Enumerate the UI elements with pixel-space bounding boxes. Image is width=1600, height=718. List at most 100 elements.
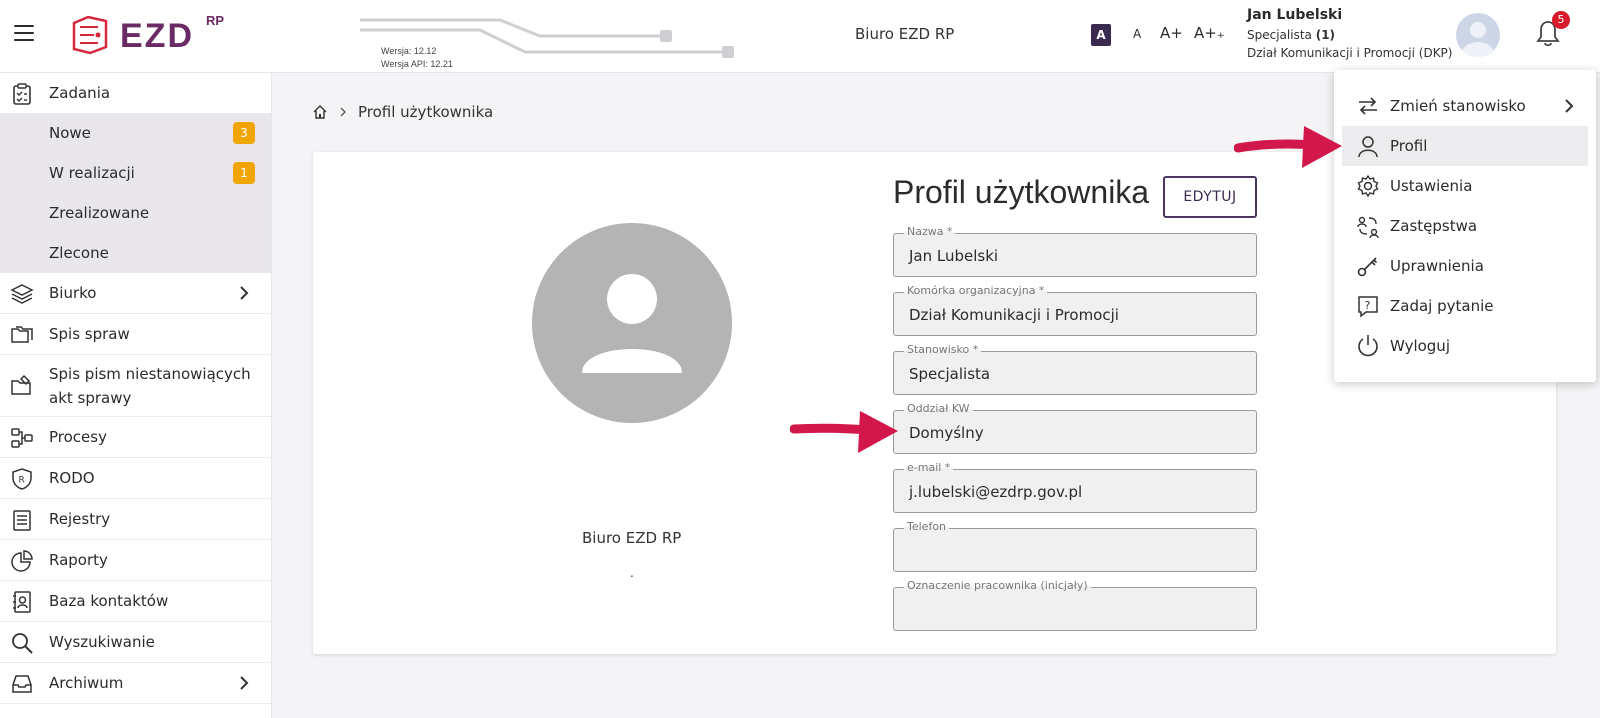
api-version: Wersja API: 12.21 (381, 59, 453, 69)
initials-field[interactable]: Oznaczenie pracownika (inicjały) (893, 579, 1257, 631)
field-label: Stanowisko * (904, 343, 982, 356)
key-icon (1357, 257, 1378, 277)
office-title: Biuro EZD RP (855, 25, 955, 43)
field-value: Jan Lubelski (909, 247, 999, 265)
chevron-right-icon (240, 286, 249, 300)
folder-edit-icon (11, 374, 31, 395)
branch-field[interactable]: Oddział KW Domyślny (893, 402, 1257, 454)
question-icon: ? (1358, 296, 1378, 318)
sidebar-subitem-label: Zlecone (49, 244, 109, 262)
sidebar-item-label: Rejestry (49, 510, 111, 528)
svg-text:?: ? (1365, 299, 1371, 312)
annotation-arrow-icon (1234, 126, 1342, 168)
user-position: Specjalista (1) (1247, 28, 1452, 42)
count-badge: 3 (233, 122, 255, 144)
menu-item-settings[interactable]: Ustawienia (1334, 166, 1596, 206)
profile-office-name: Biuro EZD RP (582, 529, 682, 547)
sidebar-item-label-line2: akt sprawy (49, 389, 132, 407)
menu-item-logout[interactable]: Wyloguj (1334, 326, 1596, 366)
menu-item-ask-question[interactable]: ? Zadaj pytanie (1334, 286, 1596, 326)
org-unit-field[interactable]: Komórka organizacyjna * Dział Komunikacj… (893, 284, 1257, 336)
sidebar-item-label: Wyszukiwanie (49, 633, 155, 651)
sidebar-item-label: Archiwum (49, 674, 124, 692)
sidebar-item-raporty[interactable]: Raporty (0, 540, 271, 581)
avatar-icon (1462, 22, 1494, 57)
menu-item-label: Zadaj pytanie (1390, 297, 1494, 315)
user-position-label: Specjalista (1247, 28, 1316, 42)
register-icon (13, 510, 31, 531)
logo-text: EZD (120, 17, 194, 55)
edit-button[interactable]: EDYTUJ (1163, 176, 1257, 218)
tasks-submenu: Nowe 3 W realizacji 1 Zrealizowane Zleco… (0, 113, 271, 273)
user-avatar[interactable] (1456, 13, 1500, 57)
menu-item-label: Zmień stanowisko (1390, 97, 1526, 115)
menu-item-permissions[interactable]: Uprawnienia (1334, 246, 1596, 286)
sidebar-item-label: Spis spraw (49, 325, 130, 343)
phone-field[interactable]: Telefon (893, 520, 1257, 572)
field-label: Oznaczenie pracownika (inicjały) (904, 579, 1091, 592)
font-size-small-button[interactable]: A (1133, 27, 1141, 41)
hamburger-menu-icon[interactable] (14, 25, 34, 41)
svg-text:R: R (19, 476, 25, 486)
field-value: Domyślny (909, 424, 984, 442)
user-info[interactable]: Jan Lubelski Specjalista (1) Dział Komun… (1247, 7, 1452, 60)
sidebar-item-spis-pism[interactable]: Spis pism niestanowiących akt sprawy (0, 355, 271, 417)
menu-item-label: Wyloguj (1390, 337, 1450, 355)
menu-item-substitutions[interactable]: Zastępstwa (1334, 206, 1596, 246)
layers-icon (10, 284, 34, 304)
user-position-count: (1) (1315, 28, 1336, 42)
sidebar-item-spis-spraw[interactable]: Spis spraw (0, 314, 271, 355)
logo-superscript: RP (206, 13, 225, 28)
count-badge: 1 (233, 162, 255, 184)
sidebar-item-label: RODO (49, 469, 95, 487)
font-size-xlarge-button[interactable]: A+₊ (1194, 24, 1225, 42)
breadcrumb: Profil użytkownika (312, 103, 493, 121)
sidebar-subitem-zlecone[interactable]: Zlecone (0, 233, 271, 273)
user-icon (1358, 136, 1378, 158)
sidebar-subitem-zrealizowane[interactable]: Zrealizowane (0, 193, 271, 233)
sidebar-item-baza-kontaktow[interactable]: Baza kontaktów (0, 581, 271, 622)
field-label: Oddział KW (904, 402, 973, 415)
field-label: Telefon (904, 520, 950, 533)
home-icon[interactable] (312, 104, 328, 120)
process-icon (11, 428, 33, 448)
font-size-large-button[interactable]: A+ (1160, 24, 1183, 42)
sidebar-item-archiwum[interactable]: Archiwum (0, 663, 271, 704)
sidebar-item-label: Procesy (49, 428, 107, 446)
user-silhouette-icon (582, 274, 682, 373)
breadcrumb-separator-icon (340, 107, 346, 117)
profile-extra-text: . (630, 566, 634, 580)
chevron-right-icon (240, 676, 249, 690)
menu-item-profile[interactable]: Profil (1342, 126, 1588, 166)
annotation-arrow-icon (790, 411, 898, 453)
app-logo[interactable]: EZD RP (68, 13, 238, 59)
name-field[interactable]: Nazwa * Jan Lubelski (893, 225, 1257, 277)
field-label: Komórka organizacyjna * (904, 284, 1048, 297)
font-size-default-button[interactable]: A (1091, 24, 1111, 46)
user-name: Jan Lubelski (1247, 7, 1343, 23)
menu-item-label: Ustawienia (1390, 177, 1473, 195)
menu-item-label: Profil (1390, 137, 1428, 155)
sidebar: Zadania Nowe 3 W realizacji 1 Zrealizowa… (0, 73, 272, 718)
sidebar-item-rejestry[interactable]: Rejestry (0, 499, 271, 540)
page-title: Profil użytkownika (893, 174, 1150, 210)
top-header: EZD RP Wersja: 12.12 Wersja API: 12.21 B… (0, 0, 1600, 73)
menu-item-label: Uprawnienia (1390, 257, 1484, 275)
menu-item-change-position[interactable]: Zmień stanowisko (1334, 86, 1596, 126)
menu-item-label: Zastępstwa (1390, 217, 1478, 235)
user-department: Dział Komunikacji i Promocji (DKP) (1247, 46, 1453, 60)
sidebar-item-procesy[interactable]: Procesy (0, 417, 271, 458)
sidebar-item-biurko[interactable]: Biurko (0, 273, 271, 314)
sidebar-item-wyszukiwanie[interactable]: Wyszukiwanie (0, 622, 271, 663)
sidebar-item-label: Biurko (49, 284, 97, 302)
substitution-icon (1357, 216, 1379, 238)
sidebar-item-rodo[interactable]: R RODO (0, 458, 271, 499)
sidebar-subitem-w-realizacji[interactable]: W realizacji 1 (0, 153, 271, 193)
field-value: Dział Komunikacji i Promocji (909, 306, 1119, 324)
sidebar-item-label: Zadania (49, 84, 111, 102)
sidebar-subitem-nowe[interactable]: Nowe 3 (0, 113, 271, 153)
position-field[interactable]: Stanowisko * Specjalista (893, 343, 1257, 395)
email-field[interactable]: e-mail * j.lubelski@ezdrp.gov.pl (893, 461, 1257, 513)
swap-icon (1359, 97, 1377, 115)
sidebar-item-zadania[interactable]: Zadania (0, 73, 271, 113)
